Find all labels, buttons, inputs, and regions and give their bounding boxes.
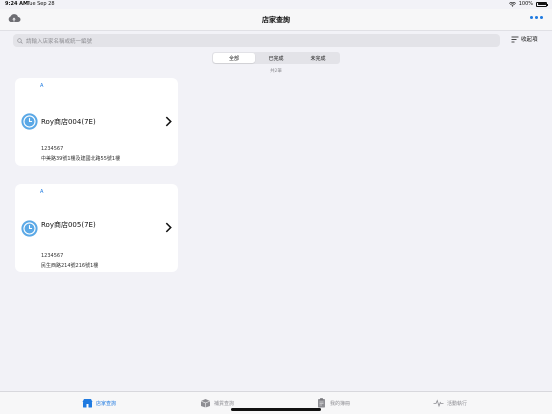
status-time: 9:24 AM xyxy=(5,1,29,7)
segment-incomplete[interactable]: 未完成 xyxy=(297,53,339,63)
store-tag: A xyxy=(40,83,44,89)
battery-percent: 100% xyxy=(518,1,533,7)
sort-lines-icon xyxy=(511,36,519,42)
store-icon xyxy=(82,399,93,408)
tab-label: 活動執行 xyxy=(447,400,468,407)
collapse-button[interactable]: 收起項 xyxy=(511,35,538,43)
search-icon xyxy=(17,37,23,44)
clock-icon xyxy=(21,113,38,130)
store-card[interactable]: A Roy商店004(7E) 1234567 中美路39號1樓及建國北路55號1… xyxy=(15,78,178,166)
home-indicator xyxy=(231,408,321,411)
chevron-right-icon xyxy=(165,116,172,127)
tab-activity[interactable]: 活動執行 xyxy=(433,398,467,408)
store-card[interactable]: A Roy商店005(7E) 1234567 民生西路214號216號1樓 xyxy=(15,184,178,272)
clock-icon xyxy=(21,220,38,237)
nav-bar: 店家查詢 xyxy=(0,9,552,31)
more-dot-icon xyxy=(535,16,538,19)
store-phone: 1234567 xyxy=(41,253,64,259)
tab-store-query[interactable]: 店家查詢 xyxy=(82,398,116,408)
store-name: Roy商店004(7E) xyxy=(41,118,96,126)
segment-completed[interactable]: 已完成 xyxy=(255,53,297,63)
chevron-right-icon xyxy=(165,222,172,233)
tab-restock-query[interactable]: 補貨查詢 xyxy=(200,398,234,408)
activity-icon xyxy=(433,399,444,408)
status-right: 100% xyxy=(508,1,548,7)
more-dot-icon xyxy=(540,16,543,19)
tab-label: 店家查詢 xyxy=(96,400,117,407)
tab-my-records[interactable]: 我的簿冊 xyxy=(316,398,350,408)
search-placeholder: 請輸入店家名稱或統一編號 xyxy=(26,38,93,45)
tab-label: 我的簿冊 xyxy=(330,400,351,407)
tab-label: 補貨查詢 xyxy=(214,400,235,407)
segment-all[interactable]: 全部 xyxy=(213,53,255,63)
more-button[interactable] xyxy=(530,16,543,19)
store-address: 中美路39號1樓及建國北路55號1樓 xyxy=(41,156,121,162)
collapse-label: 收起項 xyxy=(521,37,538,43)
battery-icon xyxy=(536,1,548,7)
box-icon xyxy=(200,399,211,408)
store-phone: 1234567 xyxy=(41,146,64,152)
store-name: Roy商店005(7E) xyxy=(41,221,96,229)
page-title: 店家查詢 xyxy=(262,16,290,24)
store-address: 民生西路214號216號1樓 xyxy=(41,263,99,269)
search-input[interactable]: 請輸入店家名稱或統一編號 xyxy=(13,34,500,47)
filter-segmented-control: 全部 已完成 未完成 xyxy=(212,52,340,64)
wifi-icon xyxy=(508,1,516,7)
clipboard-icon xyxy=(318,398,325,408)
status-date: Tue Sep 28 xyxy=(27,1,55,7)
more-dot-icon xyxy=(530,16,533,19)
store-tag: A xyxy=(40,189,44,195)
result-count: 共2筆 xyxy=(270,69,282,74)
status-bar: 9:24 AM Tue Sep 28 100% xyxy=(0,0,552,9)
